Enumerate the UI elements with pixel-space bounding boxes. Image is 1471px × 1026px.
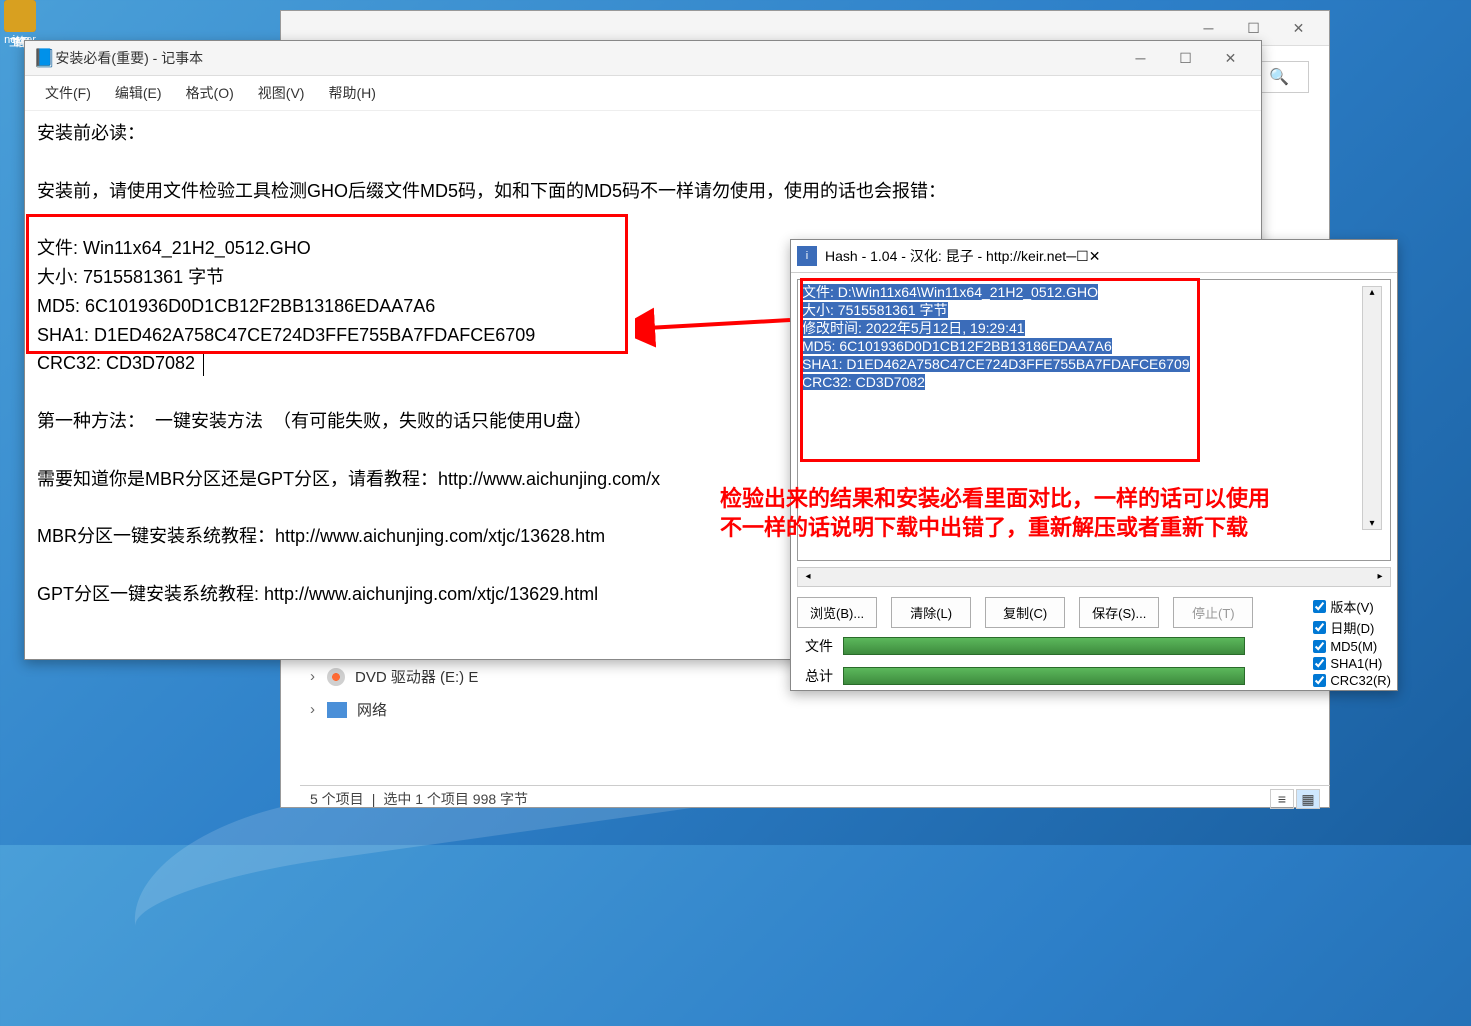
hash-line-mtime: 修改时间: 2022年5月12日, 19:29:41	[802, 320, 1025, 336]
selection-info: 选中 1 个项目 998 字节	[383, 789, 528, 809]
explorer-statusbar: 5 个项目 | 选中 1 个项目 998 字节 ≡ ▦	[300, 785, 1330, 812]
maximize-button[interactable]: ☐	[1076, 248, 1089, 265]
progress-total-label: 总计	[805, 666, 833, 686]
chevron-right-icon[interactable]: ›	[310, 668, 315, 685]
tree-item-network[interactable]: › 网络	[300, 693, 488, 726]
notepad-titlebar[interactable]: 📘 安装必看(重要) - 记事本 ─ ☐ ✕	[25, 41, 1261, 76]
progress-file-bar	[843, 637, 1245, 655]
hash-line-crc32: CRC32: CD3D7082	[802, 374, 925, 390]
text-pre: 安装前必读： 安装前，请使用文件检验工具检测GHO后缀文件MD5码，如和下面的M…	[37, 123, 946, 201]
hash-window: i Hash - 1.04 - 汉化: 昆子 - http://keir.net…	[790, 239, 1398, 691]
dvd-icon	[327, 668, 345, 686]
maximize-button[interactable]: ☐	[1231, 13, 1276, 43]
scrollbar-vertical[interactable]: ▴ ▾	[1362, 286, 1382, 530]
text-file-block: 文件: Win11x64_21H2_0512.GHO 大小: 751558136…	[37, 238, 535, 373]
menu-edit[interactable]: 编辑(E)	[103, 80, 174, 106]
view-grid-icon[interactable]: ▦	[1296, 789, 1320, 809]
menu-view[interactable]: 视图(V)	[246, 80, 317, 106]
minimize-button[interactable]: ─	[1066, 248, 1076, 264]
search-icon[interactable]: 🔍	[1269, 67, 1289, 87]
text-post: 第一种方法： 一键安装方法 （有可能失败，失败的话只能使用U盘） 需要知道你是M…	[37, 411, 660, 604]
menu-file[interactable]: 文件(F)	[33, 80, 103, 106]
window-title: 安装必看(重要) - 记事本	[55, 48, 1118, 68]
network-icon	[327, 702, 347, 718]
close-button[interactable]: ✕	[1208, 43, 1253, 73]
hash-result-area[interactable]: 文件: D:\Win11x64\Win11x64_21H2_0512.GHO 大…	[797, 279, 1391, 561]
tree-label: DVD 驱动器 (E:) E	[355, 666, 478, 687]
clear-button[interactable]: 清除(L)	[891, 597, 971, 628]
scrollbar-horizontal[interactable]: ◂ ▸	[797, 567, 1391, 587]
tree-label: 网络	[357, 699, 387, 720]
hash-line-md5: MD5: 6C101936D0D1CB12F2BB13186EDAA7A6	[802, 338, 1112, 354]
menu-help[interactable]: 帮助(H)	[316, 80, 387, 106]
text-caret	[203, 354, 204, 376]
tree-item-dvd[interactable]: › DVD 驱动器 (E:) E	[300, 660, 488, 693]
window-title: Hash - 1.04 - 汉化: 昆子 - http://keir.net	[825, 246, 1066, 266]
check-version[interactable]: 版本(V)	[1313, 597, 1391, 616]
notepad-menubar: 文件(F) 编辑(E) 格式(O) 视图(V) 帮助(H)	[25, 76, 1261, 111]
view-list-icon[interactable]: ≡	[1270, 789, 1294, 809]
check-date[interactable]: 日期(D)	[1313, 618, 1391, 637]
check-crc32[interactable]: CRC32(R)	[1313, 673, 1391, 688]
maximize-button[interactable]: ☐	[1163, 43, 1208, 73]
hash-line-size: 大小: 7515581361 字节	[802, 302, 948, 318]
minimize-button[interactable]: ─	[1118, 43, 1163, 73]
menu-format[interactable]: 格式(O)	[174, 80, 246, 106]
chevron-right-icon[interactable]: ›	[310, 701, 315, 718]
copy-button[interactable]: 复制(C)	[985, 597, 1065, 628]
browse-button[interactable]: 浏览(B)...	[797, 597, 877, 628]
progress-total-bar	[843, 667, 1245, 685]
close-button[interactable]: ✕	[1089, 248, 1101, 265]
hash-app-icon: i	[797, 246, 817, 266]
notepad-icon: 📘	[33, 48, 55, 69]
check-sha1[interactable]: SHA1(H)	[1313, 656, 1391, 671]
close-button[interactable]: ✕	[1276, 13, 1321, 43]
item-count: 5 个项目	[310, 789, 364, 809]
explorer-tree: › DVD 驱动器 (E:) E › 网络	[300, 660, 488, 726]
stop-button[interactable]: 停止(T)	[1173, 597, 1253, 628]
progress-file-label: 文件	[805, 636, 833, 656]
check-md5[interactable]: MD5(M)	[1313, 639, 1391, 654]
save-button[interactable]: 保存(S)...	[1079, 597, 1159, 628]
hash-line-file: 文件: D:\Win11x64\Win11x64_21H2_0512.GHO	[802, 284, 1098, 300]
hash-titlebar[interactable]: i Hash - 1.04 - 汉化: 昆子 - http://keir.net…	[791, 240, 1397, 273]
hash-line-sha1: SHA1: D1ED462A758C47CE724D3FFE755BA7FDAF…	[802, 356, 1190, 372]
minimize-button[interactable]: ─	[1186, 13, 1231, 43]
